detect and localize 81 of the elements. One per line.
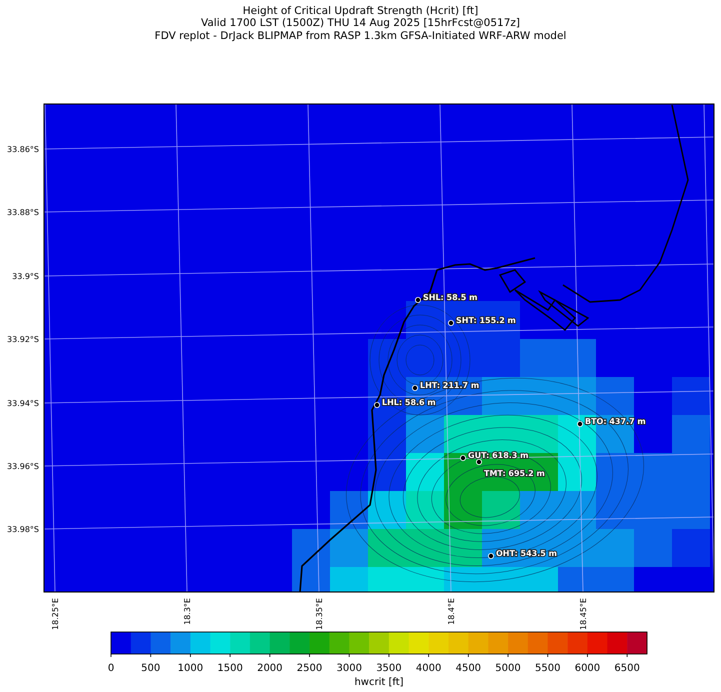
heatmap-cell bbox=[596, 567, 634, 592]
heatmap-cell bbox=[482, 491, 520, 529]
heatmap-cell bbox=[520, 491, 558, 529]
station-dot bbox=[415, 297, 421, 303]
heatmap-cell bbox=[406, 339, 444, 377]
heatmap-cell bbox=[368, 567, 406, 592]
colorbar-tick-label: 5000 bbox=[495, 663, 521, 674]
station-label: SHL: 58.5 m bbox=[423, 293, 478, 302]
heatmap-cell bbox=[482, 529, 520, 567]
station-label: SHT: 155.2 m bbox=[456, 316, 516, 325]
heatmap-cell bbox=[406, 491, 444, 529]
station-dot bbox=[460, 455, 466, 461]
heatmap-cell bbox=[520, 415, 558, 453]
heatmap-cell bbox=[444, 377, 482, 415]
station-label: LHL: 58.6 m bbox=[382, 398, 436, 407]
colorbar-tick-label: 1000 bbox=[178, 663, 204, 674]
heatmap-cell bbox=[292, 567, 330, 592]
heatmap-cell bbox=[330, 491, 368, 529]
colorbar-tick-label: 5500 bbox=[535, 663, 560, 674]
longitude-label: 18.35°E bbox=[315, 598, 324, 630]
chart-title: Height of Critical Updraft Strength (Hcrit) [ft] bbox=[242, 5, 478, 18]
heatmap-cell bbox=[672, 415, 710, 453]
heatmap-cell bbox=[634, 529, 672, 567]
station-dot bbox=[374, 402, 380, 408]
heatmap-cell bbox=[406, 453, 444, 491]
colorbar-tick-label: 0 bbox=[108, 663, 114, 674]
heatmap-cell bbox=[406, 415, 444, 453]
colorbar-tick-label: 2500 bbox=[296, 663, 322, 674]
heatmap-cell bbox=[672, 529, 710, 567]
colorbar-tick-label: 3500 bbox=[376, 663, 402, 674]
longitude-label: 18.3°E bbox=[183, 598, 192, 625]
heatmap-cell bbox=[596, 377, 634, 415]
longitude-label: 18.45°E bbox=[579, 598, 588, 630]
colorbar-tick-label: 6500 bbox=[614, 663, 640, 674]
latitude-label: 33.96°S bbox=[7, 462, 39, 471]
heatmap-cell bbox=[330, 529, 368, 567]
heatmap-cell bbox=[558, 567, 596, 592]
heatmap-cell bbox=[444, 567, 482, 592]
colorbar-tick-label: 4000 bbox=[416, 663, 442, 674]
station-label: OHT: 543.5 m bbox=[496, 549, 557, 558]
latitude-label: 33.92°S bbox=[7, 335, 39, 344]
heatmap-cell bbox=[558, 453, 596, 491]
heatmap-cell bbox=[292, 529, 330, 567]
heatmap-cell bbox=[406, 567, 444, 592]
heatmap-cell bbox=[482, 377, 520, 415]
colorbar-label: hwcrit [ft] bbox=[354, 677, 404, 688]
heatmap-cell bbox=[558, 339, 596, 377]
colorbar-tick-label: 6000 bbox=[574, 663, 600, 674]
station-dot bbox=[476, 459, 482, 465]
longitude-label: 18.25°E bbox=[51, 598, 60, 630]
latitude-label: 33.9°S bbox=[12, 272, 39, 281]
heatmap-cell bbox=[330, 567, 368, 592]
station-dot bbox=[577, 421, 583, 427]
heatmap-cell bbox=[596, 529, 634, 567]
chart-title: Valid 1700 LST (1500Z) THU 14 Aug 2025 [15hrFcst@0517z] bbox=[201, 17, 520, 30]
latitude-label: 33.94°S bbox=[7, 399, 39, 408]
station-dot bbox=[488, 553, 494, 559]
colorbar-tick-label: 500 bbox=[141, 663, 160, 674]
heatmap-cell bbox=[558, 377, 596, 415]
heatmap-cell bbox=[444, 491, 482, 529]
colorbar-tick-label: 3000 bbox=[336, 663, 362, 674]
latitude-label: 33.98°S bbox=[7, 525, 39, 534]
station-label: BTO: 437.7 m bbox=[585, 417, 646, 426]
heatmap-cell bbox=[444, 529, 482, 567]
chart-title: FDV replot - DrJack BLIPMAP from RASP 1.3km GFSA-Initiated WRF-ARW model bbox=[154, 30, 566, 42]
longitude-label: 18.4°E bbox=[447, 598, 456, 625]
latitude-label: 33.88°S bbox=[7, 208, 39, 217]
heatmap-cell bbox=[672, 377, 710, 415]
heatmap-cell bbox=[444, 415, 482, 453]
station-dot bbox=[448, 320, 454, 326]
heatmap-cell bbox=[368, 529, 406, 567]
heatmap-cell bbox=[368, 491, 406, 529]
colorbar-tick-label: 1500 bbox=[217, 663, 243, 674]
heatmap-cell bbox=[520, 567, 558, 592]
station-label: TMT: 695.2 m bbox=[484, 469, 545, 478]
station-dot bbox=[412, 385, 418, 391]
colorbar-tick-label: 2000 bbox=[257, 663, 283, 674]
heatmap-cell bbox=[558, 491, 596, 529]
colorbar-tick-label: 4500 bbox=[456, 663, 482, 674]
latitude-label: 33.86°S bbox=[7, 145, 39, 154]
heatmap-cell bbox=[520, 339, 558, 377]
